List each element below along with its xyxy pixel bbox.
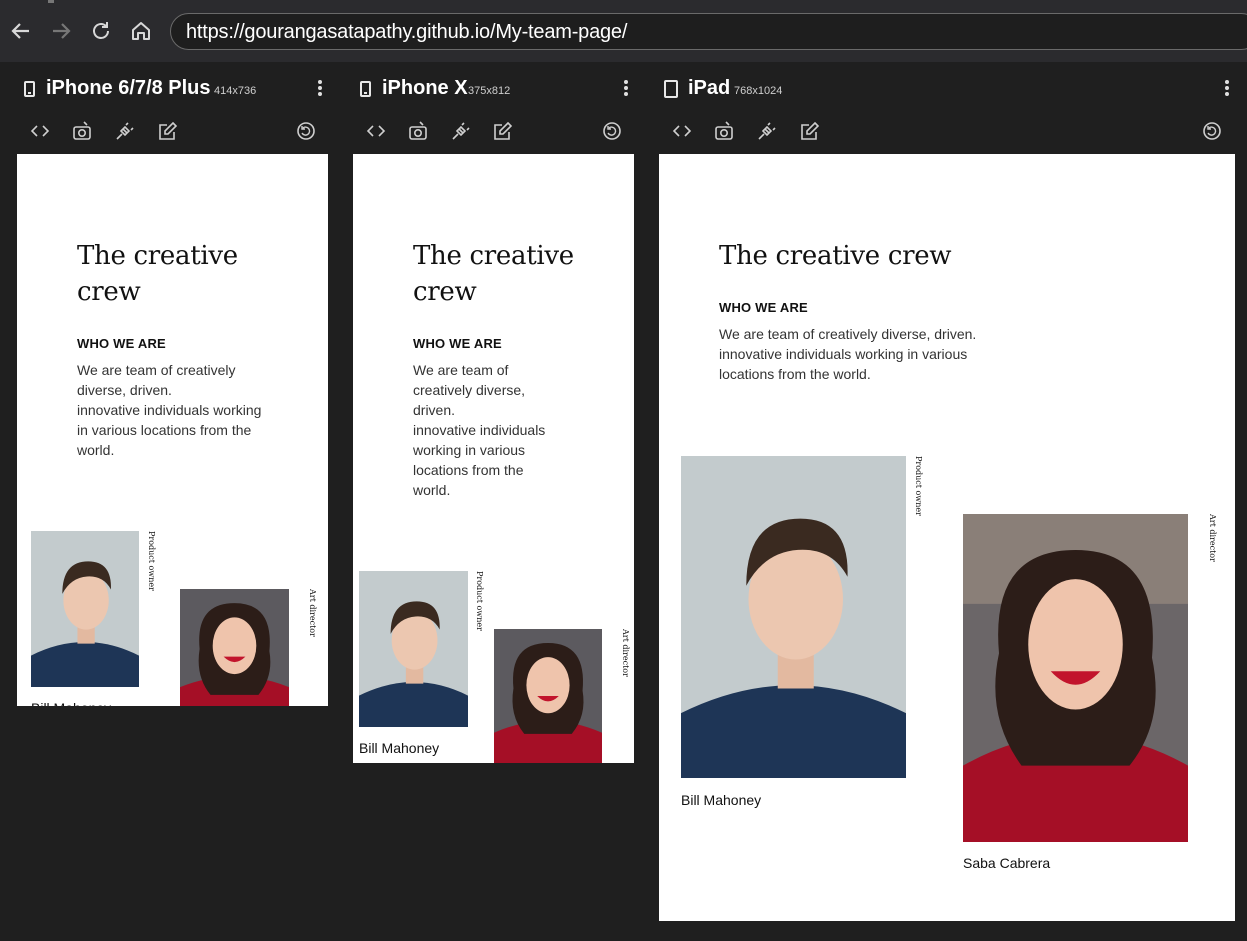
address-bar[interactable]: https://gourangasatapathy.github.io/My-t…: [170, 13, 1247, 50]
section-heading: WHO WE ARE: [77, 336, 166, 351]
saba-cabrera-photo: [180, 589, 289, 706]
page-title: The creative crew: [77, 241, 238, 307]
page-title: The creative crew: [719, 241, 952, 271]
url-text: https://gourangasatapathy.github.io/My-t…: [186, 21, 628, 43]
paragraph-line: innovative individuals working in variou…: [413, 422, 546, 498]
device-toolbar: [0, 120, 340, 144]
section-heading: WHO WE ARE: [719, 300, 808, 315]
tablet-icon: [664, 80, 678, 98]
member-name: Bill Mahoney: [31, 700, 111, 706]
paragraph-line: innovative individuals working in variou…: [77, 402, 262, 458]
saba-cabrera-photo: [494, 629, 602, 763]
intro-paragraph: We are team of creatively diverse, drive…: [719, 324, 1009, 384]
tab-strip-edge: [48, 0, 54, 3]
more-options-icon[interactable]: [1225, 80, 1229, 96]
device-name: iPhone 6/7/8 Plus: [46, 77, 211, 99]
phone-icon: [24, 81, 35, 97]
paragraph-line: We are team of creatively diverse, drive…: [719, 326, 977, 342]
member-role: Product owner: [147, 531, 156, 591]
device-name: iPhone X: [382, 77, 468, 99]
edit-icon[interactable]: [799, 120, 821, 142]
member-name: Bill Mahoney: [359, 740, 440, 756]
member-name: Bill Mahoney: [681, 792, 762, 808]
screenshot-icon[interactable]: [713, 120, 735, 142]
paragraph-line: We are team of creatively diverse, drive…: [77, 362, 236, 398]
browser-toolbar: https://gourangasatapathy.github.io/My-t…: [0, 0, 1247, 62]
bill-mahoney-photo: [681, 456, 906, 778]
code-icon[interactable]: [671, 120, 693, 142]
device-dimensions: 414x736: [214, 85, 257, 97]
member-name: Saba Cabrera: [963, 855, 1051, 871]
paragraph-line: innovative individuals working in variou…: [719, 346, 968, 382]
forward-arrow-icon[interactable]: [49, 19, 73, 43]
edit-icon[interactable]: [157, 120, 179, 142]
network-plug-icon[interactable]: [756, 120, 778, 142]
more-options-icon[interactable]: [624, 80, 628, 96]
device-toolbar: [646, 120, 1247, 144]
member-role: Art director: [308, 589, 317, 637]
network-plug-icon[interactable]: [114, 120, 136, 142]
viewport-iphone-plus: The creative crew WHO WE ARE We are team…: [17, 154, 328, 706]
code-icon[interactable]: [29, 120, 51, 142]
bill-mahoney-photo: [359, 571, 468, 727]
saba-cabrera-photo: [963, 514, 1188, 842]
device-name: iPad: [688, 77, 731, 99]
rotate-icon[interactable]: [601, 120, 623, 142]
screenshot-icon[interactable]: [407, 120, 429, 142]
device-dimensions: 768x1024: [734, 85, 783, 97]
bill-mahoney-photo: [31, 531, 139, 687]
network-plug-icon[interactable]: [450, 120, 472, 142]
rotate-icon[interactable]: [1201, 120, 1223, 142]
member-role: Art director: [621, 629, 630, 677]
more-options-icon[interactable]: [318, 80, 322, 96]
member-role: Art director: [1208, 514, 1217, 562]
device-header: iPad 768x1024: [664, 76, 864, 102]
rotate-icon[interactable]: [295, 120, 317, 142]
viewport-ipad: The creative crew WHO WE ARE We are team…: [659, 154, 1235, 921]
device-dimensions: 375x812: [468, 85, 511, 97]
page-title: The creative crew: [413, 241, 574, 307]
back-arrow-icon[interactable]: [9, 19, 33, 43]
device-header: iPhone X 375x812: [360, 76, 560, 102]
reload-icon[interactable]: [89, 19, 113, 43]
intro-paragraph: We are team of creatively diverse, drive…: [77, 360, 262, 460]
viewport-iphone-x: The creative crew WHO WE ARE We are team…: [353, 154, 634, 763]
home-icon[interactable]: [129, 19, 153, 43]
edit-icon[interactable]: [492, 120, 514, 142]
device-toolbar: [340, 120, 646, 144]
member-role: Product owner: [475, 571, 484, 631]
screenshot-icon[interactable]: [71, 120, 93, 142]
section-heading: WHO WE ARE: [413, 336, 502, 351]
phone-icon: [360, 81, 371, 97]
intro-paragraph: We are team of creatively diverse, drive…: [413, 360, 563, 500]
device-header: iPhone 6/7/8 Plus 414x736: [24, 76, 324, 102]
code-icon[interactable]: [365, 120, 387, 142]
paragraph-line: We are team of creatively diverse, drive…: [413, 362, 526, 418]
member-role: Product owner: [914, 456, 923, 516]
